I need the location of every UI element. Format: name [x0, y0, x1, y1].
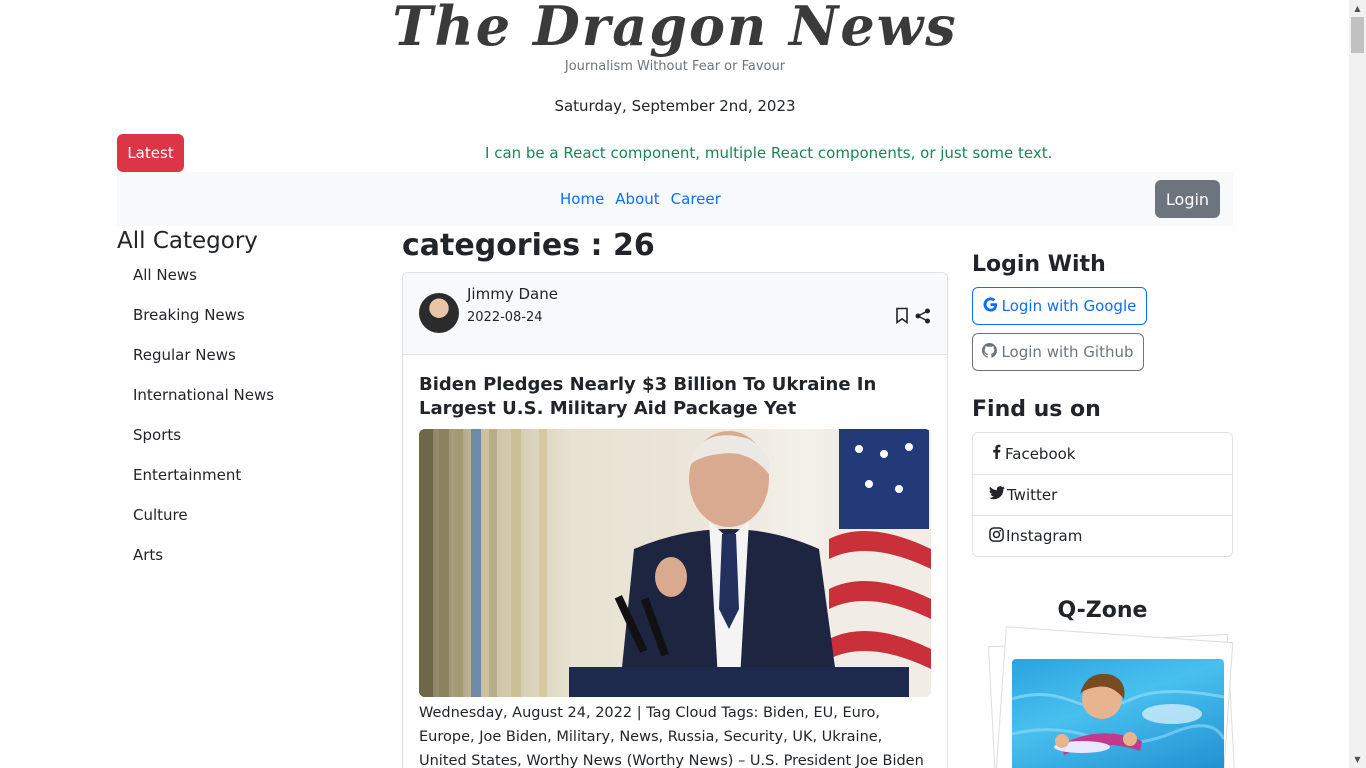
- social-instagram[interactable]: Instagram: [973, 515, 1232, 556]
- latest-button[interactable]: Latest: [117, 134, 184, 172]
- news-image: [419, 429, 931, 697]
- social-twitter[interactable]: Twitter: [973, 474, 1232, 515]
- login-button[interactable]: Login: [1155, 180, 1220, 218]
- page-scrollbar[interactable]: ▲ ▼: [1349, 0, 1366, 768]
- nav-home-link[interactable]: Home: [560, 190, 604, 208]
- login-with-heading: Login With: [972, 252, 1106, 277]
- category-list: All News Breaking News Regular News Inte…: [133, 265, 274, 585]
- category-item-regular-news[interactable]: Regular News: [133, 345, 274, 385]
- facebook-icon: [989, 444, 1003, 463]
- twitter-icon: [989, 486, 1005, 504]
- publish-date: 2022-08-24: [467, 310, 543, 325]
- navbar: Home About Career Login: [117, 172, 1233, 226]
- google-icon: [983, 296, 998, 316]
- category-item-all-news[interactable]: All News: [133, 265, 274, 305]
- social-facebook[interactable]: Facebook: [973, 433, 1232, 474]
- login-google-button[interactable]: Login with Google: [972, 287, 1147, 325]
- category-heading: All Category: [117, 228, 258, 254]
- category-item-culture[interactable]: Culture: [133, 505, 274, 545]
- news-card-body: Biden Pledges Nearly $3 Billion To Ukrai…: [403, 355, 947, 768]
- author-avatar: [419, 293, 459, 333]
- nav-career-link[interactable]: Career: [671, 190, 721, 208]
- category-item-entertainment[interactable]: Entertainment: [133, 465, 274, 505]
- github-icon: [982, 342, 998, 362]
- social-twitter-label: Twitter: [1007, 486, 1058, 504]
- news-card: Jimmy Dane 2022-08-24 Biden Pledges Near…: [402, 272, 948, 768]
- site-tagline: Journalism Without Fear or Favour: [564, 59, 786, 74]
- share-icon[interactable]: [915, 308, 931, 328]
- author-name: Jimmy Dane: [467, 285, 558, 303]
- news-ticker: I can be a React component, multiple Rea…: [485, 144, 1053, 162]
- category-item-breaking-news[interactable]: Breaking News: [133, 305, 274, 345]
- news-excerpt: Wednesday, August 24, 2022 | Tag Cloud T…: [419, 705, 924, 768]
- login-google-label: Login with Google: [1001, 297, 1137, 315]
- instagram-icon: [989, 526, 1004, 546]
- category-item-international-news[interactable]: International News: [133, 385, 274, 425]
- current-date: Saturday, September 2nd, 2023: [554, 97, 796, 115]
- find-us-heading: Find us on: [972, 397, 1101, 422]
- categories-count-heading: categories : 26: [402, 228, 655, 263]
- news-headline[interactable]: Biden Pledges Nearly $3 Billion To Ukrai…: [419, 373, 931, 421]
- qzone-heading: Q-Zone: [1057, 598, 1148, 623]
- nav-links: Home About Career: [560, 190, 732, 208]
- category-item-sports[interactable]: Sports: [133, 425, 274, 465]
- nav-about-link[interactable]: About: [615, 190, 659, 208]
- social-facebook-label: Facebook: [1005, 444, 1076, 463]
- category-item-arts[interactable]: Arts: [133, 545, 274, 585]
- scroll-up-icon[interactable]: ▲: [1349, 0, 1366, 17]
- news-card-header: Jimmy Dane 2022-08-24: [403, 273, 947, 355]
- social-instagram-label: Instagram: [1006, 527, 1083, 545]
- qzone-swimming-image: [1012, 659, 1224, 768]
- social-links: Facebook Twitter Instagram: [972, 432, 1233, 557]
- scrollbar-thumb[interactable]: [1351, 17, 1364, 53]
- scroll-down-icon[interactable]: ▼: [1349, 751, 1366, 768]
- site-logo: The Dragon News: [392, 0, 958, 58]
- login-github-button[interactable]: Login with Github: [972, 333, 1144, 371]
- card-actions: [895, 307, 931, 328]
- bookmark-icon[interactable]: [895, 307, 909, 328]
- login-github-label: Login with Github: [1001, 343, 1134, 361]
